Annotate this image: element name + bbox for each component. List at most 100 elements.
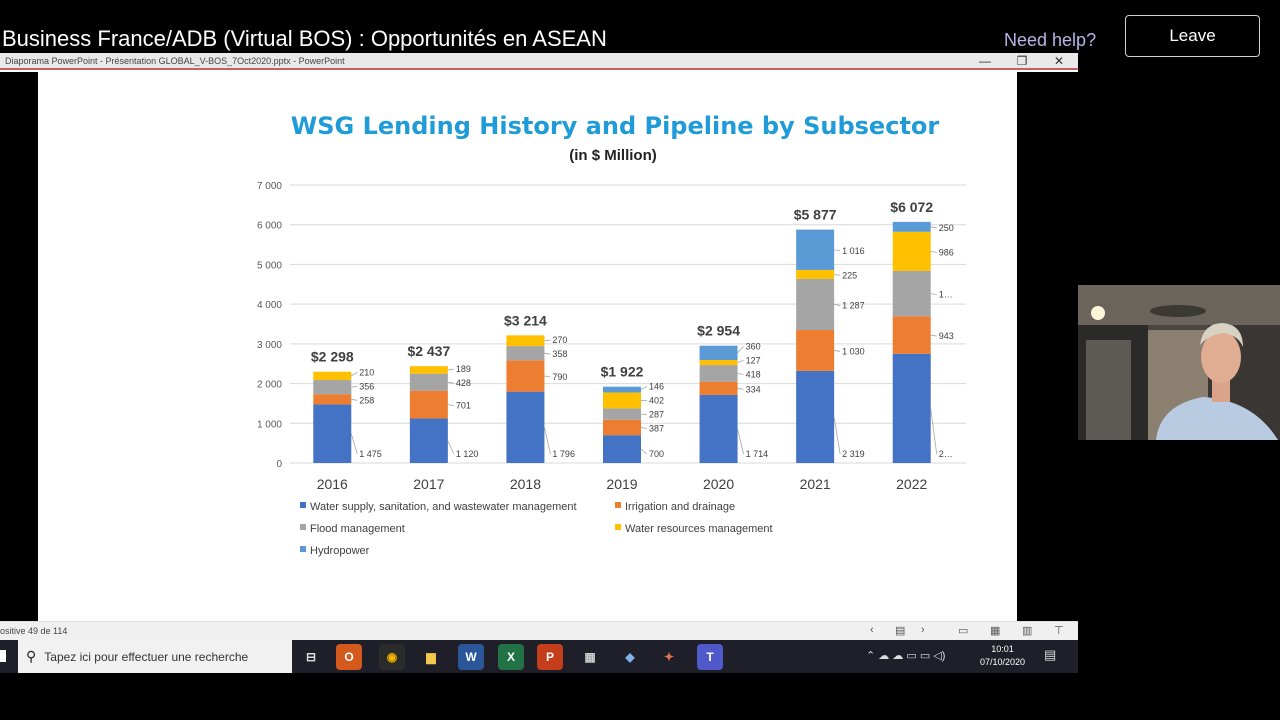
- total-label: $6 072: [890, 199, 933, 215]
- ppt-status-bar: ositive 49 de 114 ‹ ▤ › ▭ ▦ ▥ ⊤: [0, 621, 1078, 640]
- data-label: 258: [359, 395, 374, 405]
- word-icon[interactable]: W: [458, 644, 484, 670]
- bar-segment: [892, 231, 931, 271]
- bar-segment: [796, 269, 835, 279]
- legend-swatch: [615, 524, 621, 530]
- bar-segment: [699, 394, 738, 463]
- powerpoint-icon[interactable]: P: [537, 644, 563, 670]
- data-label-leader: [737, 372, 744, 375]
- bar-segment: [313, 404, 352, 463]
- pin-app-icon[interactable]: ✦: [656, 644, 682, 670]
- calculator-icon[interactable]: ▦: [577, 644, 603, 670]
- bar-segment: [892, 270, 931, 317]
- data-label-leader: [544, 375, 551, 378]
- data-label-leader: [640, 427, 648, 429]
- app-icon[interactable]: ◆: [617, 644, 643, 670]
- legend-swatch: [300, 502, 306, 508]
- slide-border-left: [0, 72, 38, 622]
- slideshow-icon[interactable]: ⊤: [1054, 624, 1064, 637]
- bar-segment: [699, 365, 738, 382]
- bar-segment: [603, 419, 641, 436]
- total-label: $1 922: [601, 364, 644, 380]
- data-label: 189: [456, 364, 471, 374]
- outlook-icon[interactable]: O: [336, 644, 362, 670]
- minimize-button[interactable]: —: [975, 54, 995, 68]
- bar-segment: [506, 360, 545, 392]
- legend-swatch: [615, 502, 621, 508]
- bar-segment: [603, 435, 641, 463]
- legend-label: Water resources management: [625, 523, 773, 535]
- legend-swatch: [300, 524, 306, 530]
- legend-label: Water supply, sanitation, and wastewater…: [310, 501, 577, 513]
- bar-segment: [892, 353, 931, 463]
- data-label-leader: [930, 408, 938, 455]
- data-label-leader: [640, 386, 648, 390]
- search-placeholder: Tapez ici pour effectuer une recherche: [44, 649, 249, 664]
- reading-view-icon[interactable]: ▥: [1022, 624, 1032, 637]
- data-label-leader: [834, 350, 841, 352]
- y-tick-label: 3 000: [257, 340, 282, 351]
- x-tick-label: 2021: [800, 476, 831, 492]
- slide-menu-icon[interactable]: ▤: [895, 624, 905, 637]
- bar-segment: [506, 335, 545, 347]
- data-label: 1 030: [842, 346, 865, 356]
- taskbar-search-box[interactable]: ⚲ Tapez ici pour effectuer une recherche: [18, 640, 292, 673]
- clock-date: 07/10/2020: [980, 657, 1026, 667]
- bar-segment: [699, 360, 738, 366]
- system-tray-icons[interactable]: ⌃ ☁ ☁ ▭ ▭ ◁): [866, 649, 945, 662]
- bar-segment: [313, 394, 352, 405]
- data-label: 225: [842, 270, 857, 280]
- bar-segment: [796, 229, 835, 270]
- slide-sorter-icon[interactable]: ▦: [990, 624, 1000, 637]
- next-slide-icon[interactable]: ›: [921, 624, 925, 636]
- maximize-button[interactable]: ❐: [1012, 54, 1032, 68]
- data-label: 701: [456, 401, 471, 411]
- data-label-leader: [737, 428, 744, 455]
- bar-segment: [796, 370, 835, 463]
- legend-label: Hydropower: [310, 545, 370, 557]
- slide-title: WSG Lending History and Pipeline by Subs…: [291, 112, 940, 140]
- leave-button[interactable]: Leave: [1125, 15, 1260, 57]
- y-tick-label: 0: [276, 459, 282, 470]
- data-label: 1 475: [359, 449, 382, 459]
- legend-swatch: [300, 546, 306, 552]
- normal-view-icon[interactable]: ▭: [958, 624, 968, 637]
- data-label: 287: [649, 410, 664, 420]
- taskbar-clock[interactable]: 10:01 07/10/2020: [980, 643, 1025, 669]
- notification-icon[interactable]: ▤: [1044, 647, 1056, 663]
- data-label-leader: [640, 448, 648, 455]
- excel-icon[interactable]: X: [498, 644, 524, 670]
- need-help-link[interactable]: Need help?: [1004, 30, 1096, 51]
- bar-segment: [506, 391, 545, 463]
- bar-segment: [796, 329, 835, 371]
- data-label: 210: [359, 367, 374, 377]
- data-label-leader: [351, 398, 358, 401]
- bar-segment: [313, 380, 352, 395]
- total-label: $2 437: [407, 343, 450, 359]
- data-label-leader: [834, 249, 841, 252]
- ppt-titlebar: Diaporama PowerPoint - Présentation GLOB…: [0, 53, 1078, 70]
- close-button[interactable]: ✕: [1049, 54, 1069, 68]
- teams-icon[interactable]: T: [697, 644, 723, 670]
- data-label-leader: [737, 346, 744, 354]
- data-label-leader: [930, 250, 937, 253]
- y-tick-label: 5 000: [257, 260, 282, 271]
- data-label: 1 016: [842, 246, 865, 256]
- x-tick-label: 2016: [317, 476, 348, 492]
- previous-slide-icon[interactable]: ‹: [870, 624, 874, 636]
- bar-segment: [796, 278, 835, 330]
- data-label-leader: [447, 440, 455, 455]
- slide-subtitle: (in $ Million): [569, 147, 657, 164]
- task-view-icon[interactable]: ⊟: [298, 644, 324, 670]
- data-label-leader: [737, 359, 744, 363]
- participant-video-image: [1078, 285, 1280, 440]
- data-label: 1 120: [456, 449, 479, 459]
- chrome-icon[interactable]: ◉: [379, 644, 405, 670]
- start-icon[interactable]: [0, 650, 6, 662]
- data-label-leader: [544, 352, 551, 355]
- data-label-leader: [930, 293, 937, 296]
- file-explorer-icon[interactable]: ▆: [418, 644, 444, 670]
- bar-segment: [699, 345, 738, 361]
- slide-counter: ositive 49 de 114: [0, 626, 68, 636]
- data-label-leader: [834, 274, 841, 276]
